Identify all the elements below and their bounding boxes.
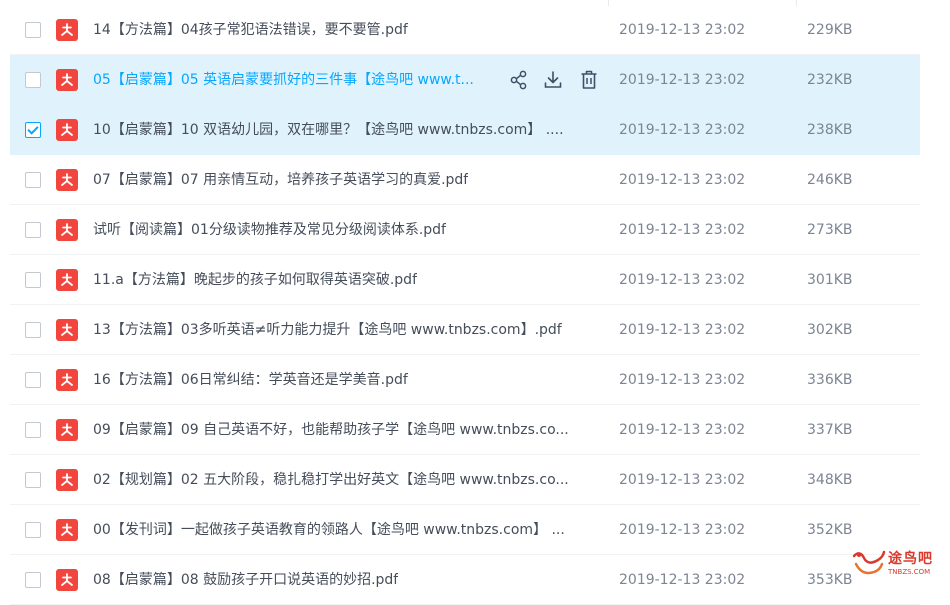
file-name[interactable]: 11.a【方法篇】晚起步的孩子如何取得英语突破.pdf	[93, 255, 417, 305]
file-date: 2019-12-13 23:02	[619, 372, 746, 388]
pdf-file-icon	[56, 19, 78, 41]
row-checkbox[interactable]	[25, 172, 41, 188]
row-checkbox[interactable]	[25, 372, 41, 388]
file-name[interactable]: 08【启蒙篇】08 鼓励孩子开口说英语的妙招.pdf	[93, 555, 398, 605]
file-date: 2019-12-13 23:02	[619, 472, 746, 488]
file-name[interactable]: 09【启蒙篇】09 自己英语不好，也能帮助孩子学【途鸟吧 www.tnbzs.c…	[93, 405, 569, 455]
file-name[interactable]: 13【方法篇】03多听英语≠听力能力提升【途鸟吧 www.tnbzs.com】.…	[93, 305, 562, 355]
file-name[interactable]: 16【方法篇】06日常纠结：学英音还是学美音.pdf	[93, 355, 408, 405]
pdf-file-icon	[56, 119, 78, 141]
file-size: 246KB	[807, 172, 853, 188]
file-date: 2019-12-13 23:02	[619, 272, 746, 288]
site-watermark: 途鸟吧 TNBZS.COM	[850, 544, 950, 582]
row-checkbox[interactable]	[25, 422, 41, 438]
row-checkbox[interactable]	[25, 322, 41, 338]
file-list: 14【方法篇】04孩子常犯语法错误，要不要管.pdf 2019-12-13 23…	[0, 5, 950, 605]
file-name[interactable]: 07【启蒙篇】07 用亲情互动，培养孩子英语学习的真爱.pdf	[93, 155, 468, 205]
file-date: 2019-12-13 23:02	[619, 422, 746, 438]
file-date: 2019-12-13 23:02	[619, 72, 746, 88]
file-row[interactable]: 11.a【方法篇】晚起步的孩子如何取得英语突破.pdf 2019-12-13 2…	[0, 255, 950, 305]
file-row[interactable]: 08【启蒙篇】08 鼓励孩子开口说英语的妙招.pdf 2019-12-13 23…	[0, 555, 950, 605]
file-size: 352KB	[807, 522, 853, 538]
file-row[interactable]: 14【方法篇】04孩子常犯语法错误，要不要管.pdf 2019-12-13 23…	[0, 5, 950, 55]
pdf-file-icon	[56, 269, 78, 291]
file-row[interactable]: 10【启蒙篇】10 双语幼儿园，双在哪里？【途鸟吧 www.tnbzs.com】…	[0, 105, 950, 155]
file-row[interactable]: 02【规划篇】02 五大阶段，稳扎稳打学出好英文【途鸟吧 www.tnbzs.c…	[0, 455, 950, 505]
file-size: 301KB	[807, 272, 853, 288]
file-name[interactable]: 05【启蒙篇】05 英语启蒙要抓好的三件事【途鸟吧 www.t...	[93, 55, 474, 105]
file-row[interactable]: 07【启蒙篇】07 用亲情互动，培养孩子英语学习的真爱.pdf 2019-12-…	[0, 155, 950, 205]
file-size: 238KB	[807, 122, 853, 138]
file-name[interactable]: 00【发刊词】一起做孩子英语教育的领路人【途鸟吧 www.tnbzs.com】 …	[93, 505, 565, 555]
pdf-file-icon	[56, 419, 78, 441]
row-checkbox[interactable]	[25, 522, 41, 538]
pdf-file-icon	[56, 369, 78, 391]
share-icon[interactable]	[508, 68, 530, 92]
row-checkbox[interactable]	[25, 572, 41, 588]
pdf-file-icon	[56, 169, 78, 191]
file-name[interactable]: 14【方法篇】04孩子常犯语法错误，要不要管.pdf	[93, 5, 408, 55]
download-icon[interactable]	[542, 68, 564, 92]
file-name[interactable]: 02【规划篇】02 五大阶段，稳扎稳打学出好英文【途鸟吧 www.tnbzs.c…	[93, 455, 569, 505]
tunbaba-bird-logo-icon	[852, 550, 886, 575]
file-date: 2019-12-13 23:02	[619, 222, 746, 238]
pdf-file-icon	[56, 469, 78, 491]
file-row[interactable]: 试听【阅读篇】01分级读物推荐及常见分级阅读体系.pdf 2019-12-13 …	[0, 205, 950, 255]
file-size: 229KB	[807, 22, 853, 38]
file-date: 2019-12-13 23:02	[619, 522, 746, 538]
file-size: 336KB	[807, 372, 853, 388]
watermark-subtext: TNBZS.COM	[888, 568, 931, 576]
file-row[interactable]: 00【发刊词】一起做孩子英语教育的领路人【途鸟吧 www.tnbzs.com】 …	[0, 505, 950, 555]
file-date: 2019-12-13 23:02	[619, 172, 746, 188]
pdf-file-icon	[56, 569, 78, 591]
file-size: 232KB	[807, 72, 853, 88]
pdf-file-icon	[56, 69, 78, 91]
pdf-file-icon	[56, 519, 78, 541]
file-date: 2019-12-13 23:02	[619, 572, 746, 588]
file-name[interactable]: 试听【阅读篇】01分级读物推荐及常见分级阅读体系.pdf	[93, 205, 446, 255]
row-checkbox[interactable]	[25, 122, 41, 138]
file-size: 348KB	[807, 472, 853, 488]
file-size: 273KB	[807, 222, 853, 238]
file-row[interactable]: 13【方法篇】03多听英语≠听力能力提升【途鸟吧 www.tnbzs.com】.…	[0, 305, 950, 355]
file-size: 302KB	[807, 322, 853, 338]
delete-icon[interactable]	[578, 68, 600, 92]
file-name[interactable]: 10【启蒙篇】10 双语幼儿园，双在哪里？【途鸟吧 www.tnbzs.com】…	[93, 105, 564, 155]
file-date: 2019-12-13 23:02	[619, 22, 746, 38]
file-row[interactable]: 09【启蒙篇】09 自己英语不好，也能帮助孩子学【途鸟吧 www.tnbzs.c…	[0, 405, 950, 455]
row-checkbox[interactable]	[25, 272, 41, 288]
file-date: 2019-12-13 23:02	[619, 122, 746, 138]
row-checkbox[interactable]	[25, 222, 41, 238]
file-date: 2019-12-13 23:02	[619, 322, 746, 338]
file-size: 353KB	[807, 572, 853, 588]
row-checkbox[interactable]	[25, 472, 41, 488]
pdf-file-icon	[56, 319, 78, 341]
watermark-text: 途鸟吧	[888, 551, 933, 567]
file-size: 337KB	[807, 422, 853, 438]
pdf-file-icon	[56, 219, 78, 241]
file-row[interactable]: 16【方法篇】06日常纠结：学英音还是学美音.pdf 2019-12-13 23…	[0, 355, 950, 405]
row-checkbox[interactable]	[25, 22, 41, 38]
row-checkbox[interactable]	[25, 72, 41, 88]
file-row[interactable]: 05【启蒙篇】05 英语启蒙要抓好的三件事【途鸟吧 www.t... 2019-…	[0, 55, 950, 105]
